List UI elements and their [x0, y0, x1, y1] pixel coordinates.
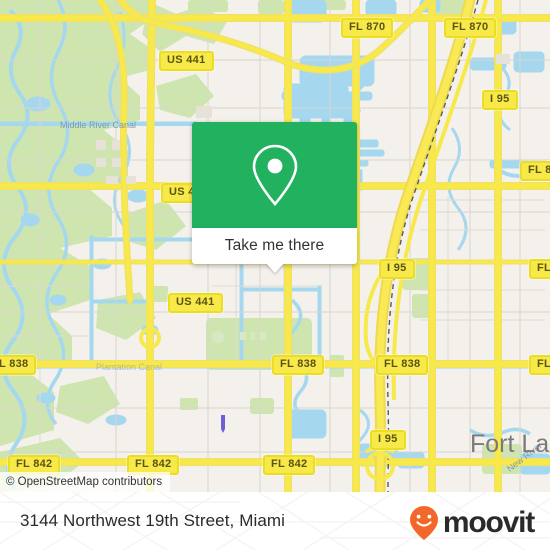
water-label: Plantation Canal [96, 362, 163, 372]
moovit-wordmark: moovit [442, 506, 535, 539]
moovit-map-screen: FL 870 FL 870 US 441 I 95 FL 816 US 441 … [0, 0, 550, 550]
destination-popup[interactable]: Take me there [192, 122, 357, 273]
map-attribution[interactable]: © OpenStreetMap contributors [0, 472, 171, 492]
footer-bar: 3144 Northwest 19th Street, Miami moovit [0, 492, 550, 550]
popup-tail [265, 263, 284, 273]
road-shield: I 95 [379, 259, 415, 279]
popup-icon-area [192, 122, 357, 228]
road-shield: FL 816 [520, 161, 550, 181]
road-shield: US 441 [159, 51, 214, 71]
road-shield: I 95 [370, 430, 406, 450]
road-shield: FL 838 [272, 355, 325, 375]
water-label: Middle River Canal [60, 120, 137, 130]
road-shield: FL 838 [376, 355, 429, 375]
take-me-there-button[interactable]: Take me there [192, 228, 357, 273]
road-shield: FL 870 [341, 18, 394, 38]
road-shield: I 95 [482, 90, 518, 110]
road-shield: FL 8 [529, 259, 550, 279]
road-shield: FL 870 [444, 18, 497, 38]
address-label: 3144 Northwest 19th Street, Miami [20, 511, 286, 530]
map-viewport[interactable]: FL 870 FL 870 US 441 I 95 FL 816 US 441 … [0, 0, 550, 492]
road-shield: FL 8 [529, 355, 550, 375]
moovit-logo[interactable]: moovit [407, 505, 535, 541]
moovit-pin-icon [409, 506, 438, 540]
city-label: Fort Lauderdale [470, 430, 550, 458]
road-shield: FL 842 [263, 455, 316, 475]
take-me-there-label: Take me there [224, 237, 325, 254]
road-shield: US 441 [168, 293, 223, 313]
map-pin-icon [252, 144, 297, 206]
road-shield: FL 838 [0, 355, 37, 375]
